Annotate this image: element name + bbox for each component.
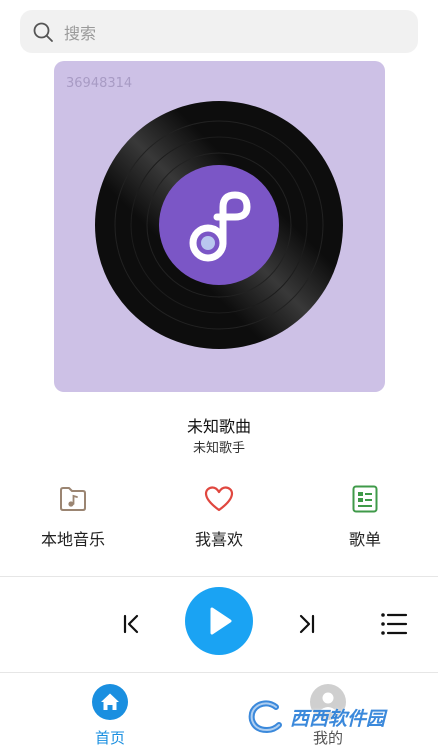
song-artist: 未知歌手 — [192, 441, 245, 456]
search-bar[interactable]: 搜索 — [20, 10, 418, 53]
previous-button[interactable] — [116, 609, 146, 639]
song-title: 未知歌曲 — [186, 417, 251, 436]
watermark-text: 西西软件园 — [290, 707, 386, 730]
search-icon — [32, 21, 54, 43]
album-cover[interactable]: 36948314 — [54, 61, 385, 392]
folder-music-icon — [13, 484, 133, 514]
play-button[interactable] — [185, 587, 253, 655]
skip-previous-icon — [123, 614, 139, 634]
search-placeholder: 搜索 — [64, 23, 97, 43]
play-icon — [210, 607, 232, 635]
nav-home[interactable]: 首页 — [80, 684, 140, 748]
watermark-logo: 西西软件园 — [246, 697, 436, 737]
watermark-c-icon — [248, 700, 282, 734]
favorites-label: 我喜欢 — [194, 530, 243, 549]
skip-next-icon — [299, 614, 315, 634]
favorites-button[interactable]: 我喜欢 — [159, 484, 279, 550]
divider — [0, 576, 438, 577]
queue-button[interactable] — [378, 608, 410, 640]
local-music-button[interactable]: 本地音乐 — [13, 484, 133, 550]
playlist-icon — [305, 484, 425, 514]
playlist-button[interactable]: 歌单 — [305, 484, 425, 550]
home-icon — [92, 684, 128, 720]
next-button[interactable] — [292, 609, 322, 639]
local-music-label: 本地音乐 — [40, 530, 105, 549]
heart-icon — [159, 484, 279, 514]
playlist-label: 歌单 — [348, 530, 381, 549]
list-icon — [381, 613, 408, 635]
divider — [0, 672, 438, 673]
vinyl-record-icon — [95, 101, 343, 349]
